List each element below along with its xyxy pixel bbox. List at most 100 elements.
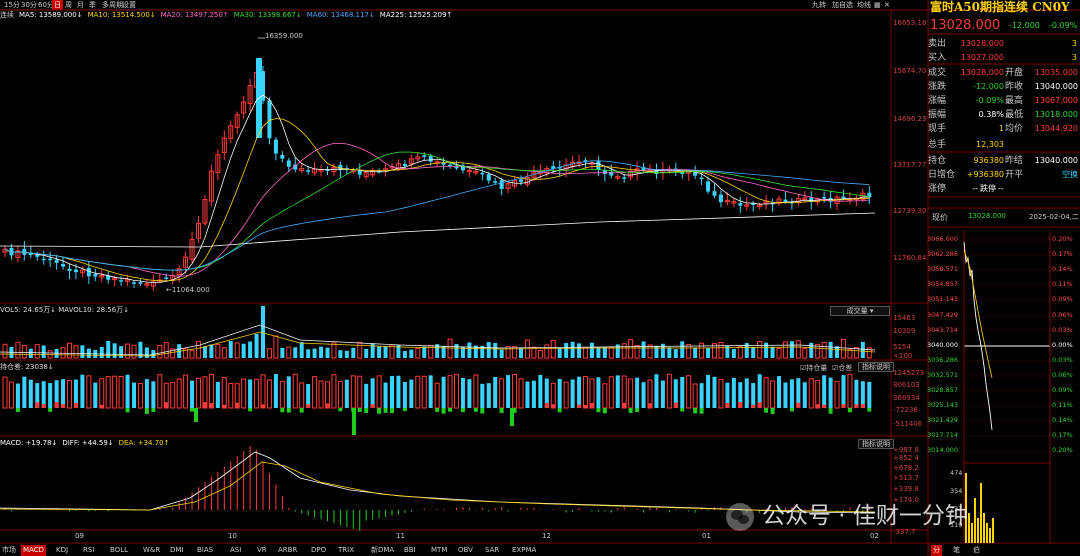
buy-price: 13027.000 bbox=[960, 53, 1004, 62]
candle-body bbox=[493, 181, 498, 183]
oi-bar bbox=[99, 378, 105, 409]
oi-bar bbox=[486, 383, 491, 408]
quote-value: 13028.000 bbox=[960, 68, 1004, 77]
volume-bar bbox=[667, 347, 672, 358]
oi-bar bbox=[854, 379, 859, 408]
volume-bar bbox=[860, 341, 865, 358]
oi-diff-bar bbox=[764, 408, 769, 413]
quote-label: 现手 bbox=[928, 124, 947, 134]
oi-checkbox[interactable]: ☑持仓量 bbox=[800, 363, 827, 373]
oi-diff-bar bbox=[751, 404, 756, 408]
indicator-tab[interactable]: ASI bbox=[228, 545, 243, 556]
indicator-tab[interactable]: DPO bbox=[309, 545, 328, 556]
oi-bar bbox=[666, 373, 672, 409]
indicator-tab[interactable]: EXPMA bbox=[510, 545, 538, 556]
volume-bar bbox=[802, 348, 808, 359]
volume-bar bbox=[266, 348, 272, 359]
volume-legend: VOL5: 24.65万↓ MAVOL10: 28.56万↓ bbox=[0, 306, 130, 314]
oi-diff-bar bbox=[510, 408, 514, 426]
oi-bar bbox=[48, 383, 53, 408]
oi-diff-bar bbox=[622, 402, 627, 408]
volume-bar bbox=[673, 349, 678, 358]
indicator-tab[interactable]: 市场 bbox=[0, 545, 18, 556]
volume-bar bbox=[241, 343, 246, 358]
indicator-tab[interactable]: ARBR bbox=[276, 545, 299, 556]
candle-body bbox=[402, 163, 407, 166]
indicator-tab[interactable]: 新DMA bbox=[369, 545, 396, 556]
oi-bar bbox=[557, 378, 562, 408]
candle-body bbox=[273, 139, 278, 154]
indicator-tab[interactable]: TRIX bbox=[336, 545, 356, 556]
intraday-label: 现价 bbox=[932, 213, 948, 222]
volume-bar bbox=[602, 347, 607, 358]
oi-diff-bar bbox=[460, 408, 465, 413]
volume-bar bbox=[189, 350, 195, 359]
volume-bar bbox=[621, 343, 627, 359]
indicator-tab[interactable]: DMI bbox=[168, 545, 186, 556]
volume-bar bbox=[737, 345, 743, 359]
oi-diff-bar bbox=[370, 404, 375, 408]
volume-bar bbox=[718, 342, 724, 359]
oi-bar bbox=[744, 378, 749, 408]
oi-bar bbox=[731, 377, 736, 408]
oi-bar bbox=[841, 375, 846, 408]
indicator-tab[interactable]: BBI bbox=[402, 545, 418, 556]
volume-bar bbox=[693, 347, 698, 358]
quote-label: 昨结 bbox=[1005, 156, 1024, 166]
oi-bar bbox=[67, 379, 72, 409]
indicator-tab[interactable]: MACD bbox=[21, 545, 46, 556]
oi-diff-bar bbox=[448, 408, 453, 412]
indicator-tab[interactable]: W&R bbox=[141, 545, 162, 556]
oi-bar bbox=[22, 376, 27, 408]
oi-diff-bar bbox=[648, 403, 652, 408]
candle-body bbox=[622, 177, 627, 179]
indicator-tab[interactable]: MTM bbox=[429, 545, 449, 556]
indicator-tab[interactable]: BOLL bbox=[108, 545, 130, 556]
last-price: 13028.000 bbox=[930, 18, 1001, 33]
volume-bar bbox=[776, 347, 782, 359]
indicator-tab[interactable]: RSI bbox=[81, 545, 96, 556]
volume-bar bbox=[209, 344, 214, 358]
oi-diff-bar bbox=[583, 404, 588, 408]
oi-bar bbox=[221, 377, 227, 409]
volume-bar bbox=[596, 347, 601, 358]
volume-bar bbox=[299, 342, 304, 358]
intraday-price-label: 3054.857 bbox=[927, 280, 959, 289]
oi-bar bbox=[137, 382, 143, 409]
oi-diff-bar bbox=[164, 402, 169, 408]
macd-help-button[interactable]: 指标说明 bbox=[858, 439, 894, 449]
limit-up-value: -- bbox=[972, 184, 978, 193]
sell-label: 卖出 bbox=[928, 39, 947, 49]
oi-diff-bar bbox=[48, 408, 53, 412]
intraday-tab[interactable]: 分 bbox=[931, 545, 942, 556]
oi-bar bbox=[428, 375, 433, 408]
oi-help-button[interactable]: 指标说明 bbox=[858, 362, 894, 372]
indicator-tab[interactable]: BIAS bbox=[195, 545, 215, 556]
indicator-tab[interactable]: SAR bbox=[483, 545, 501, 556]
indicator-tab[interactable]: OBV bbox=[456, 545, 475, 556]
volume-indicator-select[interactable]: 成交量 ▾ bbox=[830, 306, 890, 316]
candle-body bbox=[93, 273, 98, 277]
volume-bar bbox=[751, 346, 756, 358]
volume-bar bbox=[699, 342, 705, 359]
candle-body bbox=[22, 248, 27, 255]
volume-bar bbox=[589, 342, 594, 358]
oi-diff-bar bbox=[352, 408, 356, 435]
oi-bar bbox=[692, 383, 698, 409]
volume-bar bbox=[319, 346, 324, 358]
oi-diff-bar bbox=[144, 408, 149, 414]
intraday-tab[interactable]: 笔 bbox=[951, 545, 962, 556]
oi-bar bbox=[292, 373, 298, 409]
candle-body bbox=[35, 254, 40, 257]
indicator-tab[interactable]: KDJ bbox=[54, 545, 70, 556]
volume-bar bbox=[261, 305, 265, 358]
volume-bar bbox=[306, 349, 311, 358]
volume-bar bbox=[537, 350, 543, 359]
intraday-tab[interactable]: 伯 bbox=[971, 545, 982, 556]
indicator-tab[interactable]: VR bbox=[255, 545, 269, 556]
oi-diff-bar bbox=[725, 403, 730, 408]
axis-label: 12739.30 bbox=[893, 207, 927, 215]
oi-bar bbox=[248, 379, 253, 408]
oi-bar bbox=[680, 376, 685, 408]
oi-diff-checkbox[interactable]: ☑仓差 bbox=[832, 363, 852, 373]
